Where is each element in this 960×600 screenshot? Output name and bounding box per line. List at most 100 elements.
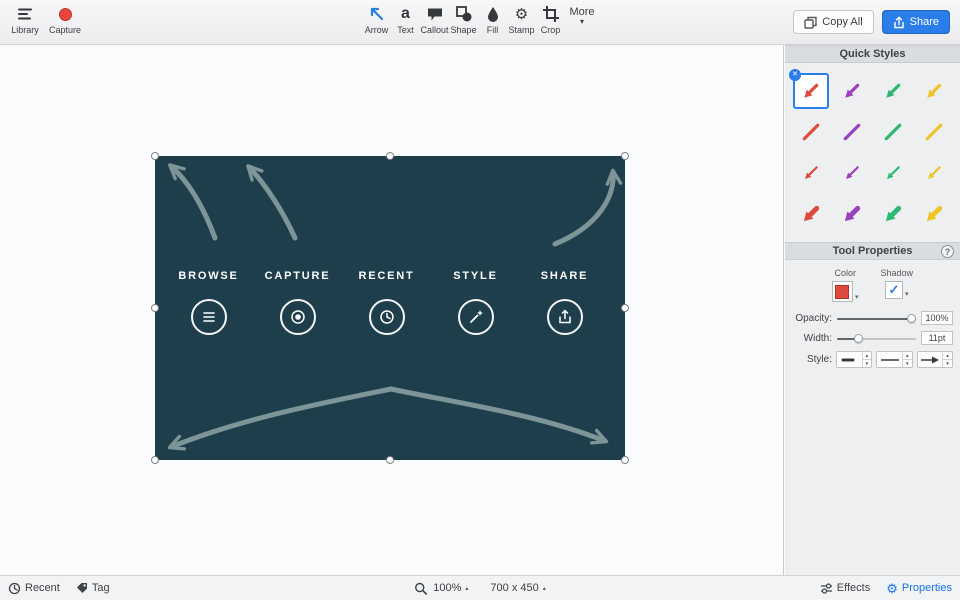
share-label: Share (910, 16, 939, 28)
chevron-down-icon[interactable]: ▾ (905, 290, 909, 299)
quick-style-line-6[interactable] (875, 114, 911, 150)
shadow-checkbox[interactable]: ✓ (885, 281, 903, 299)
copy-icon (804, 16, 817, 29)
quick-style-arrow-thin-10[interactable] (875, 155, 911, 191)
quick-style-arrow-thin-11[interactable] (916, 155, 952, 191)
stepper[interactable]: ▲▼ (862, 352, 872, 367)
magic-wand-icon (458, 299, 494, 335)
quick-style-arrow-bold-15[interactable] (916, 196, 952, 232)
step-up-icon[interactable]: ▲ (903, 352, 912, 359)
tool-arrow[interactable]: Arrow (362, 4, 391, 35)
recent-button[interactable]: Recent (8, 582, 60, 595)
capture-button[interactable]: Capture (48, 4, 82, 35)
style-label: Style: (792, 354, 832, 365)
zoom-value: 100% (433, 582, 461, 594)
chevron-down-icon[interactable]: ▾ (855, 293, 859, 302)
canvas-size[interactable]: 700 x 450 ▴ (490, 582, 545, 594)
style-row: Style: ▲▼ ▲▼ ▲▼ (785, 348, 960, 371)
line-end-dropdown[interactable]: ▲▼ (917, 351, 953, 368)
step-down-icon[interactable]: ▼ (943, 359, 952, 367)
selection-handle-top-center[interactable] (386, 152, 394, 160)
fill-tool-icon (484, 4, 502, 24)
quick-style-arrow-bold-12[interactable] (793, 196, 829, 232)
tool-callout[interactable]: Callout (420, 4, 449, 35)
selection-handle-middle-left[interactable] (151, 304, 159, 312)
selection-handle-top-right[interactable] (621, 152, 629, 160)
opacity-slider[interactable] (837, 313, 916, 324)
step-down-icon[interactable]: ▼ (903, 359, 912, 367)
quick-style-line-5[interactable] (834, 114, 870, 150)
width-value[interactable]: 11pt (921, 331, 953, 345)
more-button[interactable]: More ▾ (565, 4, 599, 35)
width-slider[interactable] (837, 333, 916, 344)
tag-button[interactable]: Tag (76, 582, 110, 594)
selection-handle-bottom-left[interactable] (151, 456, 159, 464)
remove-style-badge[interactable]: ✕ (789, 69, 801, 81)
quick-style-line-4[interactable] (793, 114, 829, 150)
quick-styles-header: Quick Styles (785, 45, 960, 63)
tool-fill[interactable]: Fill (478, 4, 507, 35)
library-icon (16, 4, 34, 24)
help-icon[interactable]: ? (941, 245, 954, 258)
effects-icon (820, 582, 833, 595)
tool-properties-swatches: Color ▾ Shadow ✓ ▾ (785, 260, 960, 308)
capture-icon (59, 4, 72, 24)
selection-handle-top-left[interactable] (151, 152, 159, 160)
quick-style-arrow-bold-13[interactable] (834, 196, 870, 232)
copy-all-button[interactable]: Copy All (793, 10, 873, 34)
step-up-icon[interactable]: ▲ (863, 352, 872, 359)
text-tool-icon: a (401, 4, 410, 24)
stepper[interactable]: ▲▼ (902, 352, 912, 367)
share-upload-icon (547, 299, 583, 335)
hero-item-capture: CAPTURE (253, 270, 342, 335)
width-row: Width: 11pt (785, 328, 960, 348)
line-start-dropdown[interactable]: ▲▼ (836, 351, 872, 368)
line-middle-sample (877, 352, 902, 367)
library-button[interactable]: Library (8, 4, 42, 35)
tag-label: Tag (92, 582, 110, 594)
opacity-slider-knob[interactable] (907, 314, 916, 323)
hero-label-recent: RECENT (358, 270, 414, 283)
effects-label: Effects (837, 582, 870, 594)
tool-stamp[interactable]: ⚙ Stamp (507, 4, 536, 35)
canvas-area[interactable]: BROWSE CAPTURE RECENT (0, 45, 784, 575)
selection-handle-bottom-right[interactable] (621, 456, 629, 464)
stepper[interactable]: ▲▼ (942, 352, 952, 367)
share-icon (893, 16, 905, 29)
caret-icon: ▴ (543, 585, 546, 592)
step-down-icon[interactable]: ▼ (863, 359, 872, 367)
tool-crop[interactable]: Crop (536, 4, 565, 35)
quick-style-arrow-3[interactable] (916, 73, 952, 109)
quick-styles-grid: ✕ (785, 63, 960, 242)
step-up-icon[interactable]: ▲ (943, 352, 952, 359)
tool-fill-label: Fill (487, 25, 499, 35)
zoom-level[interactable]: 100% ▴ (433, 582, 468, 594)
quick-style-arrow-1[interactable] (834, 73, 870, 109)
recent-label: Recent (25, 582, 60, 594)
tool-text[interactable]: a Text (391, 4, 420, 35)
quick-style-arrow-thin-9[interactable] (834, 155, 870, 191)
color-swatch[interactable] (832, 281, 853, 302)
line-middle-dropdown[interactable]: ▲▼ (876, 351, 912, 368)
width-slider-knob[interactable] (854, 334, 863, 343)
canvas-size-value: 700 x 450 (490, 582, 538, 594)
color-control: Color ▾ (832, 268, 859, 302)
tool-crop-label: Crop (541, 25, 561, 35)
tool-shape[interactable]: Shape (449, 4, 478, 35)
quick-style-arrow-bold-14[interactable] (875, 196, 911, 232)
chevron-down-icon: ▾ (580, 18, 584, 26)
hero-image[interactable]: BROWSE CAPTURE RECENT (155, 156, 625, 460)
selection-handle-bottom-center[interactable] (386, 456, 394, 464)
effects-button[interactable]: Effects (820, 582, 870, 595)
properties-button[interactable]: ⚙ Properties (886, 582, 952, 595)
selection-handle-middle-right[interactable] (621, 304, 629, 312)
quick-style-arrow-2[interactable] (875, 73, 911, 109)
share-button[interactable]: Share (882, 10, 950, 34)
opacity-value[interactable]: 100% (921, 311, 953, 325)
hero-item-style: STYLE (431, 270, 520, 335)
quick-style-arrow-0[interactable]: ✕ (793, 73, 829, 109)
quick-style-line-7[interactable] (916, 114, 952, 150)
quick-style-arrow-thin-8[interactable] (793, 155, 829, 191)
library-label: Library (11, 25, 39, 35)
hero-items: BROWSE CAPTURE RECENT (164, 270, 616, 335)
